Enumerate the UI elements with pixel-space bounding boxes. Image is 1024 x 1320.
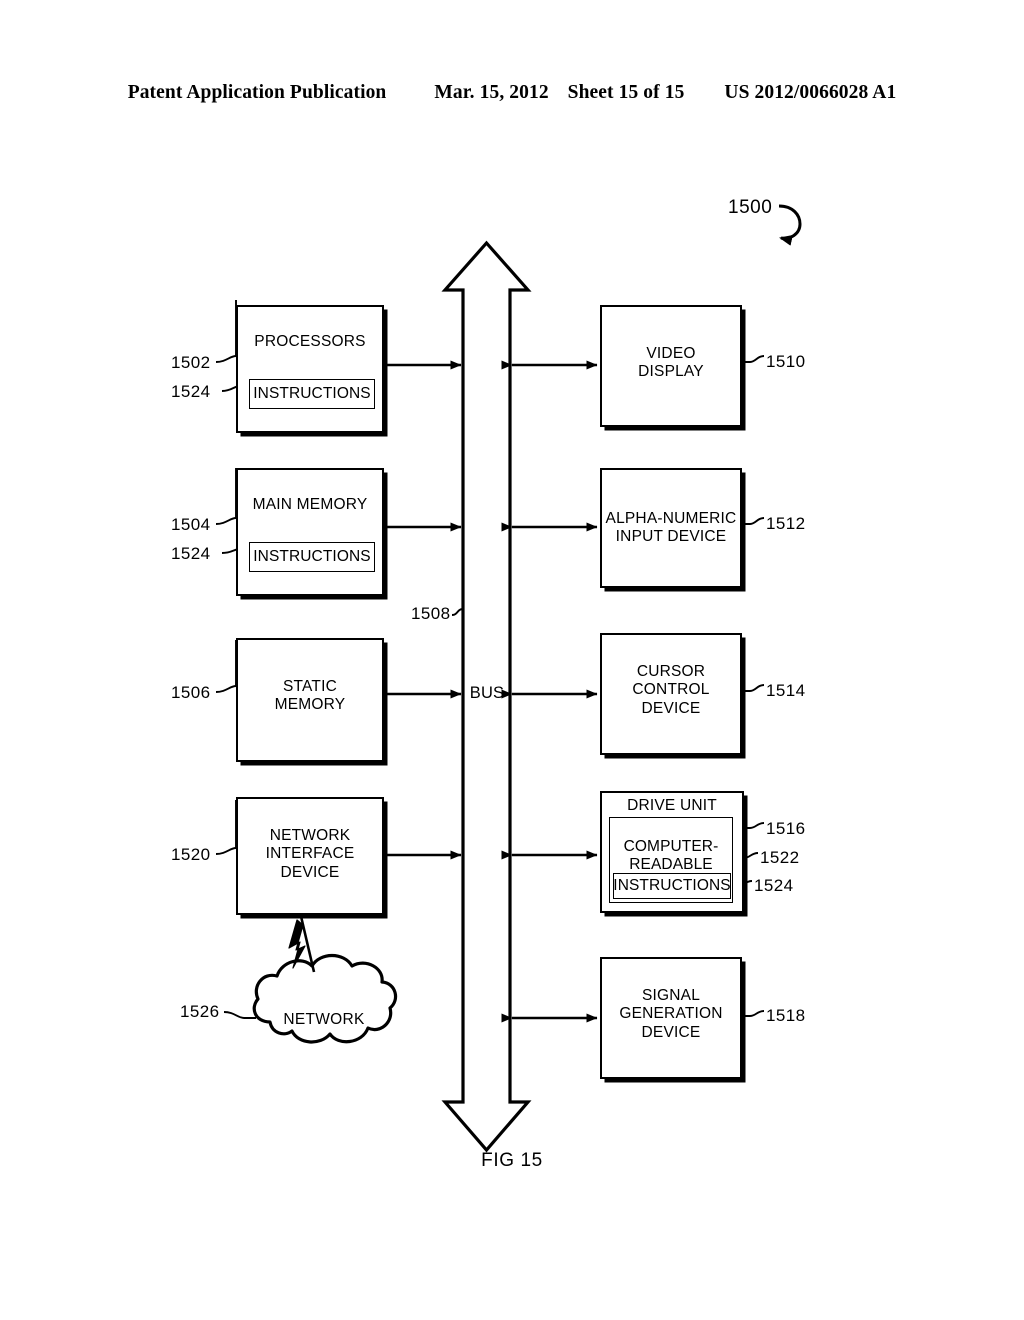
- block-drive-unit-instructions[interactable]: INSTRUCTIONS: [613, 873, 731, 899]
- refnum-1518: 1518: [766, 1006, 806, 1025]
- leader-1502: [215, 300, 237, 363]
- refnum-1500: 1500: [728, 197, 773, 218]
- leader-1508: [451, 608, 464, 660]
- block-drive-unit[interactable]: DRIVE UNIT COMPUTER- READABLE MEDIUM INS…: [600, 791, 744, 913]
- refnum-1508: 1508: [411, 604, 451, 623]
- block-processors-instructions[interactable]: INSTRUCTIONS: [249, 379, 375, 409]
- block-signal-generation-device-title: SIGNAL GENERATION DEVICE: [619, 987, 723, 1041]
- block-video-display-title: VIDEO DISPLAY: [638, 345, 704, 381]
- block-processors-title: PROCESSORS: [254, 333, 366, 350]
- bus-connector-arrows-right: [501, 360, 598, 1023]
- system-hook-arrow: [778, 204, 802, 246]
- refnum-1510: 1510: [766, 352, 806, 371]
- patent-figure-15: PROCESSORS INSTRUCTIONS 1502 1524 MAIN M…: [0, 0, 1024, 1320]
- leader-1510: [742, 355, 765, 363]
- block-alpha-numeric-input-device[interactable]: ALPHA-NUMERIC INPUT DEVICE: [600, 468, 742, 588]
- figure-caption: FIG 15: [481, 1150, 543, 1171]
- leader-1520: [215, 800, 237, 855]
- refnum-1524-processors: 1524: [171, 382, 211, 401]
- figure-vector-layer: [215, 204, 802, 1153]
- refnum-1504: 1504: [171, 515, 211, 534]
- block-main-memory-instructions-label: INSTRUCTIONS: [253, 547, 371, 565]
- refnum-1512: 1512: [766, 514, 806, 533]
- block-network-interface-device[interactable]: NETWORK INTERFACE DEVICE: [236, 797, 384, 915]
- leader-1506: [215, 640, 237, 693]
- leader-lines-bus: [451, 608, 464, 660]
- leader-1514: [742, 684, 765, 692]
- refnum-1520: 1520: [171, 845, 211, 864]
- block-drive-unit-title: DRIVE UNIT: [627, 797, 717, 814]
- block-cursor-control-device[interactable]: CURSOR CONTROL DEVICE: [600, 633, 742, 755]
- block-processors-instructions-label: INSTRUCTIONS: [253, 384, 371, 402]
- refnum-1522: 1522: [760, 848, 800, 867]
- refnum-1516: 1516: [766, 819, 806, 838]
- leader-1526: [223, 1011, 256, 1019]
- block-signal-generation-device[interactable]: SIGNAL GENERATION DEVICE: [600, 957, 742, 1079]
- block-main-memory-instructions[interactable]: INSTRUCTIONS: [249, 542, 375, 572]
- refnum-1524-main-memory: 1524: [171, 544, 211, 563]
- block-alpha-numeric-input-device-title: ALPHA-NUMERIC INPUT DEVICE: [605, 510, 737, 546]
- leader-1516: [744, 822, 765, 829]
- refnum-1526: 1526: [180, 1002, 220, 1021]
- block-video-display[interactable]: VIDEO DISPLAY: [600, 305, 742, 427]
- refnum-1502: 1502: [171, 353, 211, 372]
- block-main-memory-title: MAIN MEMORY: [252, 496, 368, 513]
- block-static-memory-title: STATIC MEMORY: [274, 678, 346, 714]
- bus-label: BUS: [469, 684, 505, 702]
- block-static-memory[interactable]: STATIC MEMORY: [236, 638, 384, 762]
- leader-1512: [742, 517, 765, 525]
- refnum-1514: 1514: [766, 681, 806, 700]
- leader-1504: [215, 468, 237, 525]
- leader-1518: [742, 1010, 765, 1017]
- block-drive-unit-instructions-label: INSTRUCTIONS: [613, 876, 731, 894]
- refnum-1524-drive-unit: 1524: [754, 876, 794, 895]
- refnum-1506: 1506: [171, 683, 211, 702]
- block-main-memory[interactable]: MAIN MEMORY INSTRUCTIONS: [236, 468, 384, 596]
- block-processors[interactable]: PROCESSORS INSTRUCTIONS: [236, 305, 384, 433]
- block-network-interface-device-title: NETWORK INTERFACE DEVICE: [265, 827, 355, 881]
- block-cursor-control-device-title: CURSOR CONTROL DEVICE: [632, 663, 710, 717]
- network-cloud-label: NETWORK: [283, 1011, 365, 1028]
